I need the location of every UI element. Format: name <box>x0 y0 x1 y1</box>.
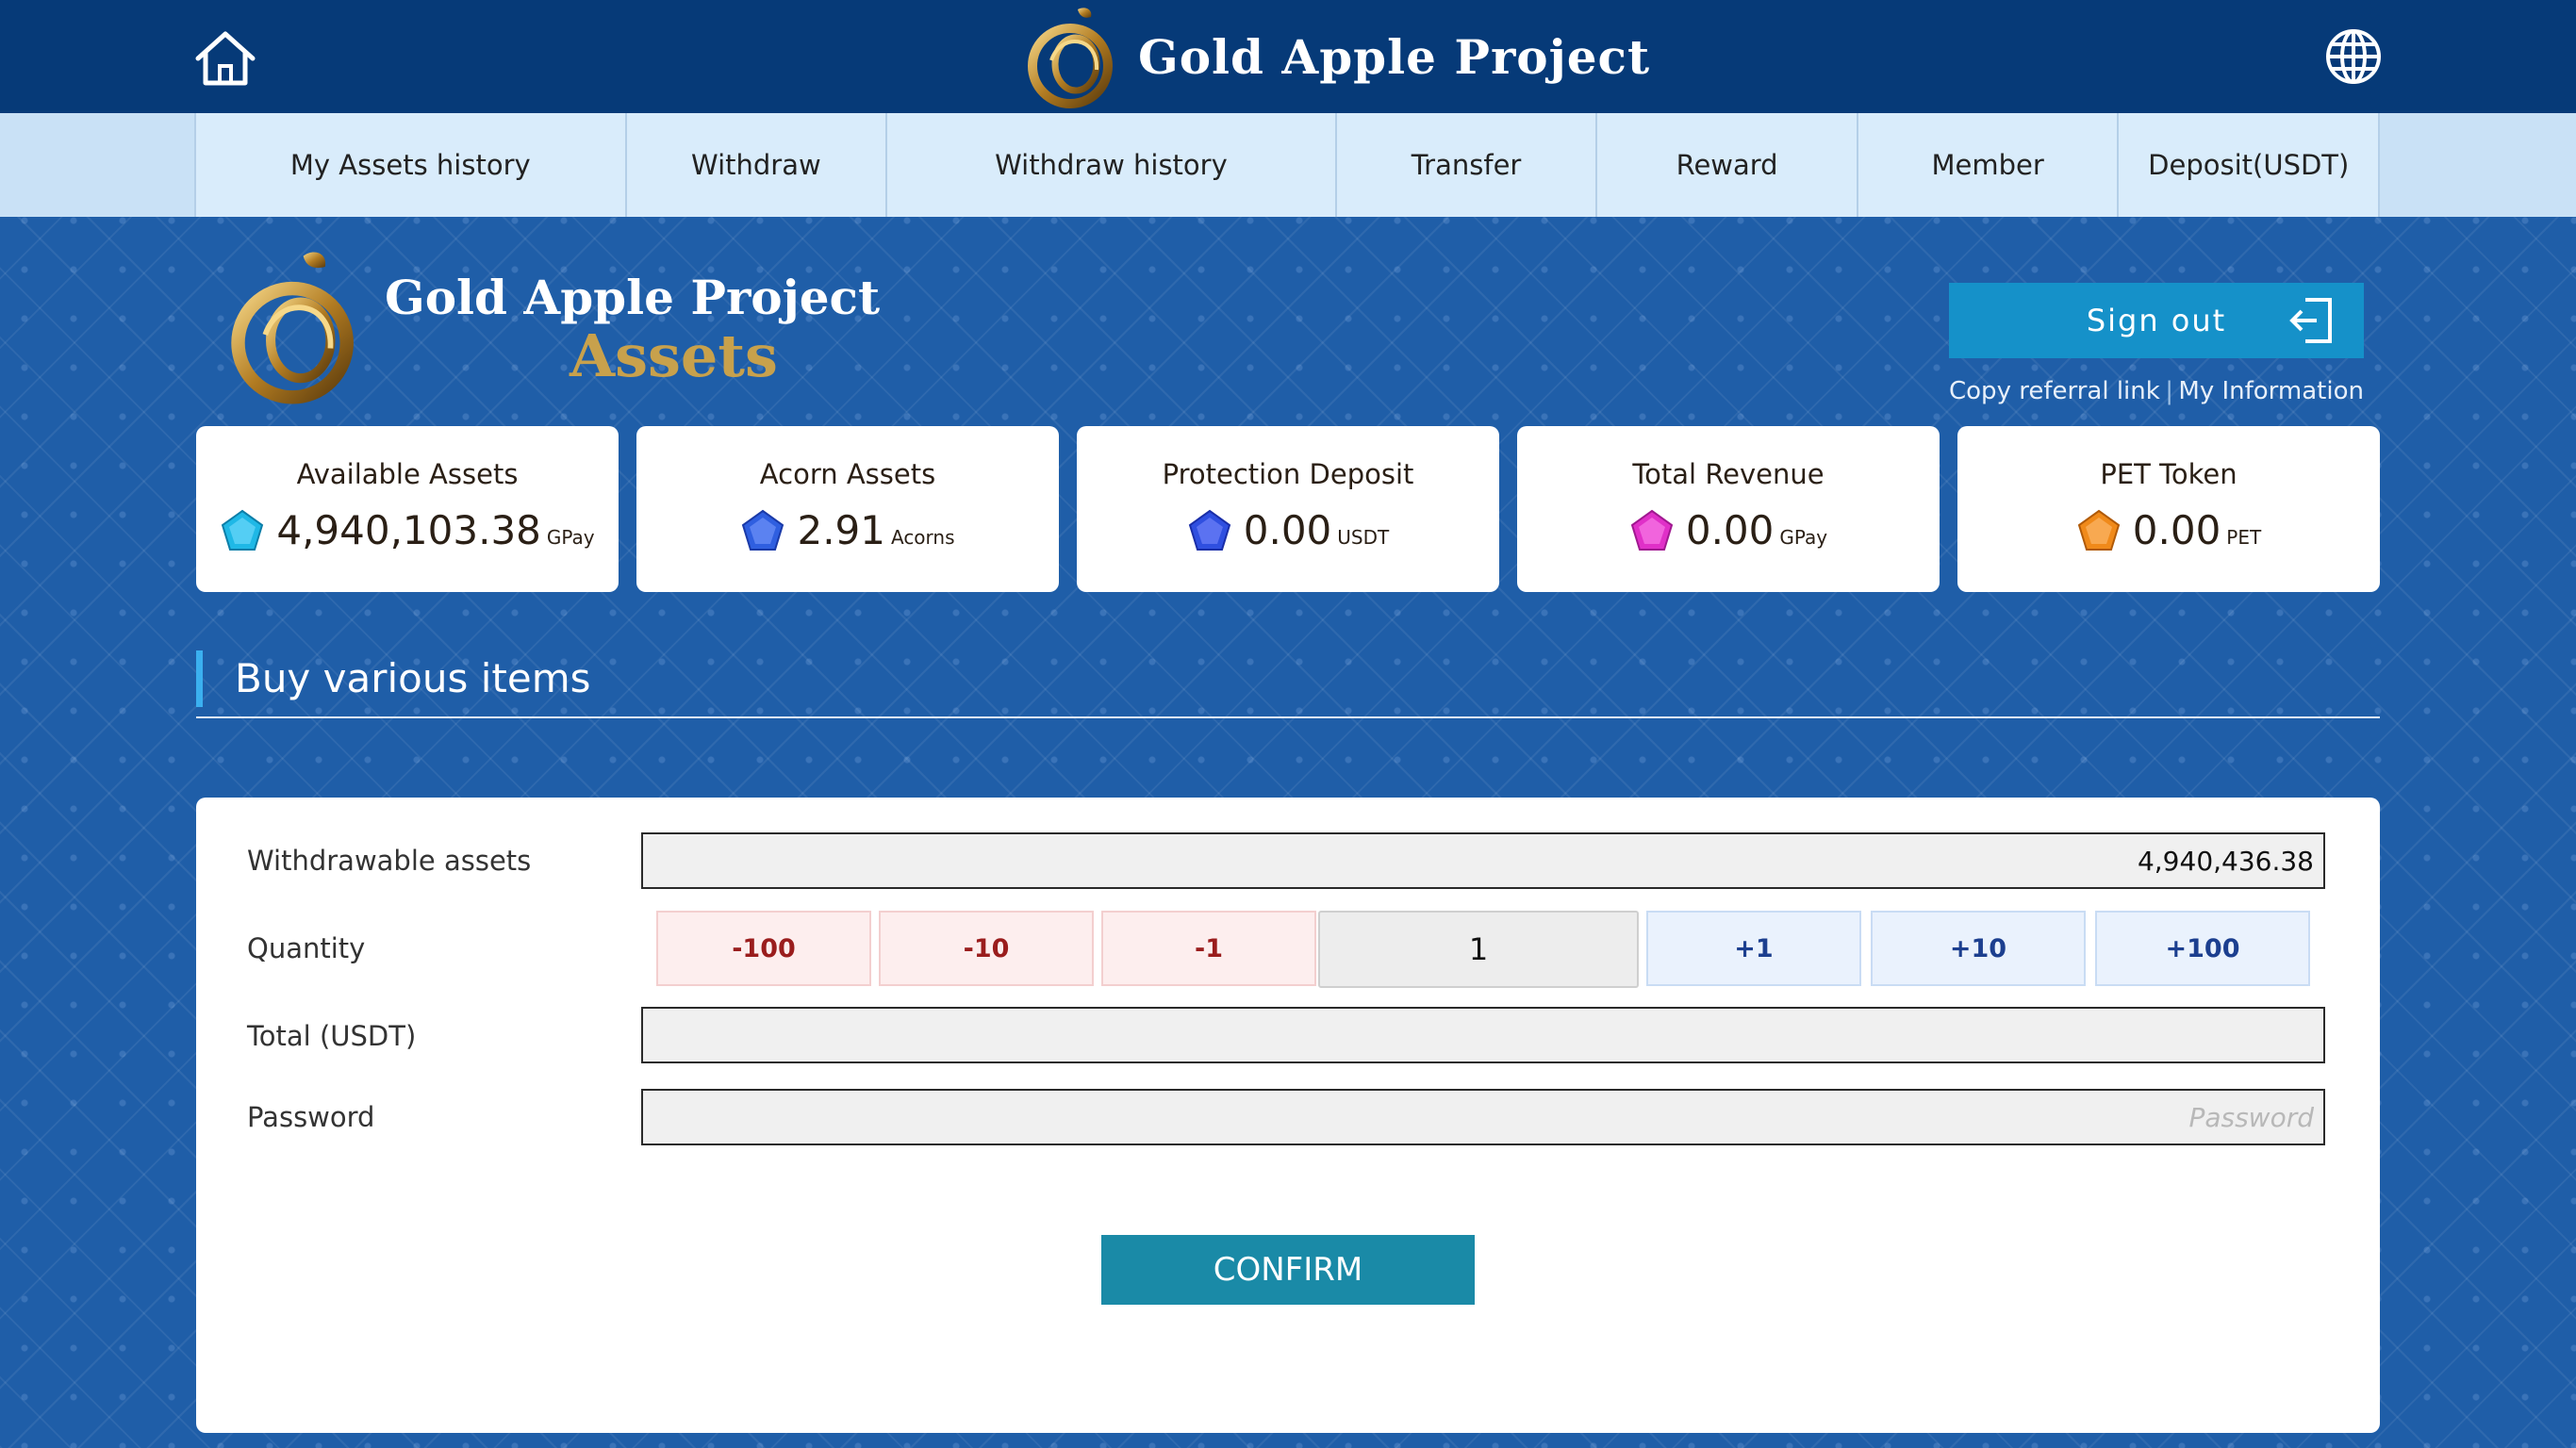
card-value: 0.00 <box>1243 507 1332 553</box>
gem-icon <box>1630 509 1674 551</box>
nav-withdraw[interactable]: Withdraw <box>624 113 886 217</box>
gem-icon <box>742 509 784 551</box>
brand-title: Gold Apple Project <box>1138 28 1651 85</box>
gem-icon <box>222 509 264 551</box>
my-information-link[interactable]: My Information <box>2178 377 2364 405</box>
withdrawable-field: 4,940,436.38 <box>641 832 2325 889</box>
quantity-input[interactable]: 1 <box>1318 911 1639 988</box>
plus-10-button[interactable]: +10 <box>1871 911 2086 986</box>
card-value: 0.00 <box>2132 507 2221 553</box>
card-unit: PET <box>2226 526 2262 549</box>
card-available-assets: Available Assets 4,940,103.38 GPay <box>196 426 619 592</box>
card-unit: Acorns <box>890 526 955 549</box>
card-value: 2.91 <box>797 507 885 553</box>
confirm-button[interactable]: CONFIRM <box>1101 1235 1475 1305</box>
card-value: 4,940,103.38 <box>276 507 541 553</box>
main-nav: My Assets history Withdraw Withdraw hist… <box>0 113 2576 217</box>
card-title: Protection Deposit <box>1162 458 1414 490</box>
account-links: Copy referral link | My Information <box>1949 377 2364 405</box>
asset-cards: Available Assets 4,940,103.38 GPay Acorn… <box>196 426 2380 592</box>
password-label: Password <box>247 1101 375 1133</box>
nav-withdraw-history[interactable]: Withdraw history <box>885 113 1335 217</box>
card-unit: GPay <box>1779 526 1828 549</box>
logo-title: Gold Apple Project <box>385 270 881 325</box>
plus-1-button[interactable]: +1 <box>1646 911 1861 986</box>
nav-deposit-usdt[interactable]: Deposit(USDT) <box>2117 113 2381 217</box>
sign-out-label: Sign out <box>2086 303 2227 338</box>
card-unit: GPay <box>546 526 595 549</box>
gem-icon <box>1188 509 1230 551</box>
link-separator: | <box>2165 377 2173 405</box>
password-input[interactable] <box>643 1091 2314 1144</box>
card-title: Acorn Assets <box>759 458 936 490</box>
withdrawable-value: 4,940,436.38 <box>2137 845 2314 877</box>
minus-1-button[interactable]: -1 <box>1101 911 1316 986</box>
logo-subtitle: Assets <box>570 321 778 390</box>
brand[interactable]: Gold Apple Project <box>1023 0 1650 113</box>
total-label: Total (USDT) <box>247 1020 417 1052</box>
top-bar: Gold Apple Project <box>0 0 2576 113</box>
nav-my-assets-history[interactable]: My Assets history <box>194 113 625 217</box>
section-divider <box>196 716 2380 718</box>
plus-100-button[interactable]: +100 <box>2095 911 2310 986</box>
card-title: Available Assets <box>296 458 519 490</box>
copy-referral-link[interactable]: Copy referral link <box>1949 377 2160 405</box>
globe-icon[interactable] <box>2323 26 2384 87</box>
quantity-label: Quantity <box>247 932 366 964</box>
card-protection-deposit: Protection Deposit 0.00 USDT <box>1077 426 1499 592</box>
withdrawable-label: Withdrawable assets <box>247 845 532 877</box>
buy-form-panel: Withdrawable assets 4,940,436.38 Quantit… <box>196 798 2380 1433</box>
nav-transfer[interactable]: Transfer <box>1334 113 1596 217</box>
card-total-revenue: Total Revenue 0.00 GPay <box>1517 426 1940 592</box>
nav-reward[interactable]: Reward <box>1595 113 1857 217</box>
nav-member[interactable]: Member <box>1856 113 2118 217</box>
gold-apple-logo-icon <box>1028 8 1113 108</box>
sign-out-button[interactable]: Sign out <box>1949 283 2364 358</box>
card-title: Total Revenue <box>1632 458 1825 490</box>
gold-apple-logo-icon <box>231 252 354 404</box>
minus-100-button[interactable]: -100 <box>656 911 871 986</box>
card-acorn-assets: Acorn Assets 2.91 Acorns <box>636 426 1059 592</box>
card-value: 0.00 <box>1685 507 1775 553</box>
assets-logo: Gold Apple Project Assets <box>224 245 880 405</box>
section-title: Buy various items <box>196 650 591 707</box>
home-icon[interactable] <box>192 28 258 89</box>
total-field <box>641 1007 2325 1063</box>
card-pet-token: PET Token 0.00 PET <box>1957 426 2380 592</box>
minus-10-button[interactable]: -10 <box>879 911 1094 986</box>
quantity-stepper: -100 -10 -1 1 +1 +10 +100 <box>647 911 2320 988</box>
card-unit: USDT <box>1337 526 1390 549</box>
gem-icon <box>2077 509 2120 551</box>
password-field[interactable] <box>641 1089 2325 1145</box>
card-title: PET Token <box>2100 458 2237 490</box>
sign-out-icon <box>2289 298 2332 343</box>
